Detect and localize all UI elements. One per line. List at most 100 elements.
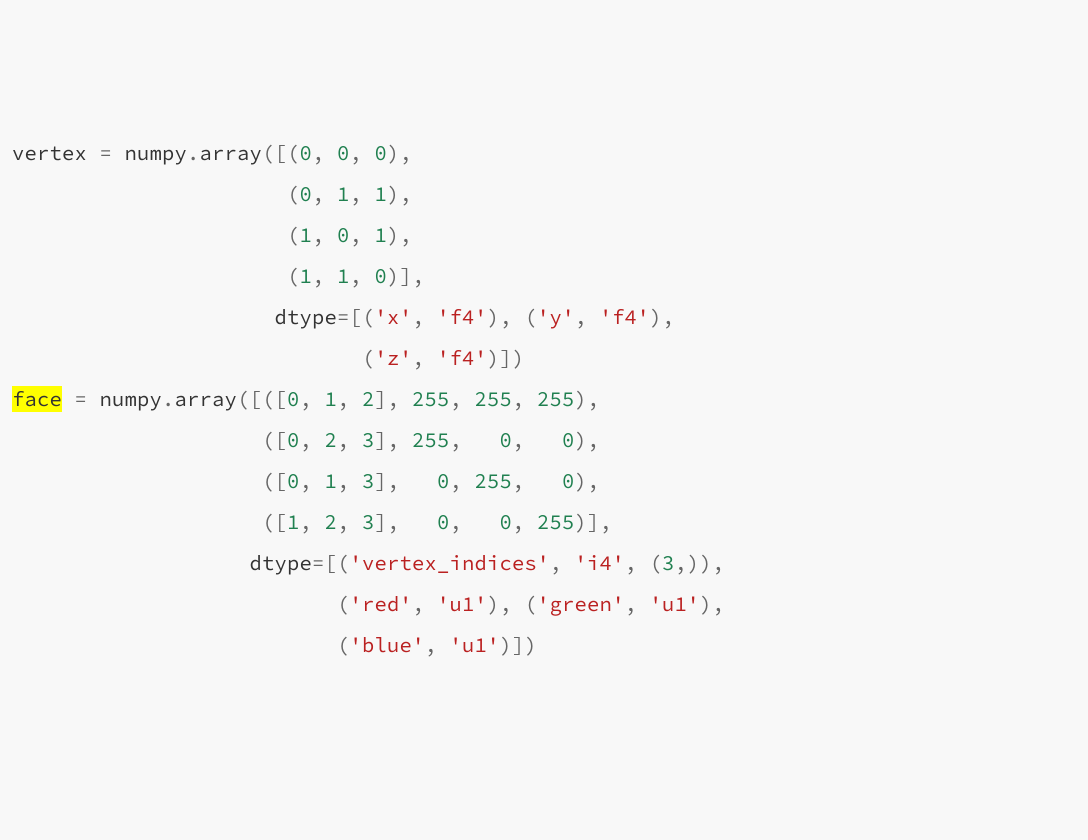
code-token: ( xyxy=(525,591,538,617)
code-token: , xyxy=(350,181,363,207)
code-token xyxy=(12,427,262,453)
code-token: 2 xyxy=(325,427,338,453)
code-token: 'f4' xyxy=(437,304,487,330)
code-token: 1 xyxy=(325,468,338,494)
code-token xyxy=(312,468,325,494)
code-token: 0 xyxy=(375,263,388,289)
code-token: , xyxy=(300,386,313,412)
code-token: 1 xyxy=(337,263,350,289)
code-token: , xyxy=(625,550,638,576)
code-token xyxy=(362,181,375,207)
code-token xyxy=(525,468,563,494)
code-token: ( xyxy=(525,304,538,330)
code-token: 'u1' xyxy=(650,591,700,617)
code-line: ('z', 'f4')]) xyxy=(12,338,1076,379)
code-token: )]) xyxy=(487,345,525,371)
code-token xyxy=(325,140,338,166)
code-token: . xyxy=(162,386,175,412)
code-token xyxy=(325,222,338,248)
code-token: 'red' xyxy=(350,591,413,617)
code-token xyxy=(362,222,375,248)
code-token xyxy=(350,386,363,412)
code-token: , xyxy=(625,591,638,617)
code-token xyxy=(525,386,538,412)
code-token: ( xyxy=(337,632,350,658)
code-token: , xyxy=(312,222,325,248)
code-token xyxy=(425,591,438,617)
code-token xyxy=(312,427,325,453)
code-token: , xyxy=(337,468,350,494)
code-token xyxy=(12,345,362,371)
code-token: ([ xyxy=(262,509,287,535)
code-token: ), xyxy=(650,304,675,330)
code-token xyxy=(587,304,600,330)
code-token xyxy=(400,427,413,453)
code-token: ), xyxy=(387,181,412,207)
code-token xyxy=(362,140,375,166)
code-token: 0 xyxy=(500,427,513,453)
code-token: ,)), xyxy=(675,550,725,576)
code-token: 1 xyxy=(375,222,388,248)
code-token: , xyxy=(450,468,463,494)
code-token xyxy=(462,468,475,494)
code-token: 'blue' xyxy=(350,632,425,658)
code-token: ( xyxy=(362,345,375,371)
code-token xyxy=(512,591,525,617)
code-token xyxy=(312,386,325,412)
code-token: 'i4' xyxy=(575,550,625,576)
code-token xyxy=(87,140,100,166)
code-line: vertex = numpy.array([(0, 0, 0), xyxy=(12,133,1076,174)
code-block: vertex = numpy.array([(0, 0, 0), (0, 1, … xyxy=(12,133,1076,666)
code-token: 'u1' xyxy=(450,632,500,658)
code-token: , xyxy=(450,509,463,535)
code-token xyxy=(400,386,413,412)
code-token: 0 xyxy=(287,386,300,412)
code-token: , xyxy=(412,304,425,330)
code-token: 3 xyxy=(362,509,375,535)
code-token xyxy=(87,386,100,412)
code-token: ), xyxy=(487,304,512,330)
code-token: 3 xyxy=(662,550,675,576)
code-line: (0, 1, 1), xyxy=(12,174,1076,215)
code-token: = xyxy=(75,386,88,412)
code-token: ), xyxy=(387,140,412,166)
code-token: 1 xyxy=(375,181,388,207)
code-token: ( xyxy=(287,222,300,248)
code-token: , xyxy=(350,140,363,166)
code-token: 255 xyxy=(537,386,575,412)
code-token: 2 xyxy=(325,509,338,535)
code-token: , xyxy=(350,222,363,248)
code-line: ('red', 'u1'), ('green', 'u1'), xyxy=(12,584,1076,625)
code-line: ([0, 2, 3], 255, 0, 0), xyxy=(12,420,1076,461)
code-token: , xyxy=(312,140,325,166)
code-token: 0 xyxy=(337,222,350,248)
code-token: 'f4' xyxy=(437,345,487,371)
code-token xyxy=(637,591,650,617)
code-token: ([ xyxy=(262,468,287,494)
code-token: 255 xyxy=(412,386,450,412)
code-token: , xyxy=(512,427,525,453)
code-token: ], xyxy=(375,468,400,494)
code-token: ([ xyxy=(262,427,287,453)
code-token: 1 xyxy=(325,386,338,412)
code-token xyxy=(562,550,575,576)
code-token: 'vertex_indices' xyxy=(350,550,550,576)
code-token: face xyxy=(12,386,62,412)
code-token xyxy=(637,550,650,576)
code-token xyxy=(525,509,538,535)
code-token: 3 xyxy=(362,468,375,494)
code-token: numpy xyxy=(100,386,163,412)
code-token xyxy=(112,140,125,166)
code-token: 'z' xyxy=(375,345,413,371)
code-token: , xyxy=(337,386,350,412)
code-token: 0 xyxy=(300,181,313,207)
code-token: ), xyxy=(575,468,600,494)
code-token: =[( xyxy=(337,304,375,330)
code-token xyxy=(525,427,563,453)
code-line: ([0, 1, 3], 0, 255, 0), xyxy=(12,461,1076,502)
code-token: , xyxy=(312,263,325,289)
code-token: 'f4' xyxy=(600,304,650,330)
code-token: , xyxy=(300,509,313,535)
code-token xyxy=(12,181,287,207)
code-token: 0 xyxy=(337,140,350,166)
